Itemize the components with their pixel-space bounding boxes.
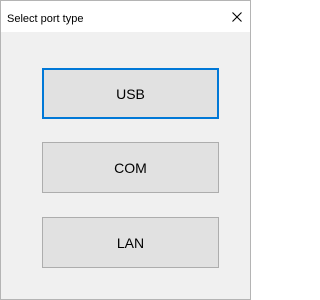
window-title: Select port type [7,13,84,25]
usb-button[interactable]: USB [42,68,219,119]
close-icon [232,11,242,22]
dialog-body: USB COM LAN [1,32,250,299]
lan-button[interactable]: LAN [42,217,219,268]
close-button[interactable] [224,1,250,32]
com-button[interactable]: COM [42,142,219,193]
title-bar[interactable]: Select port type [1,1,250,32]
dialog-window: Select port type USB COM LAN [0,0,251,300]
